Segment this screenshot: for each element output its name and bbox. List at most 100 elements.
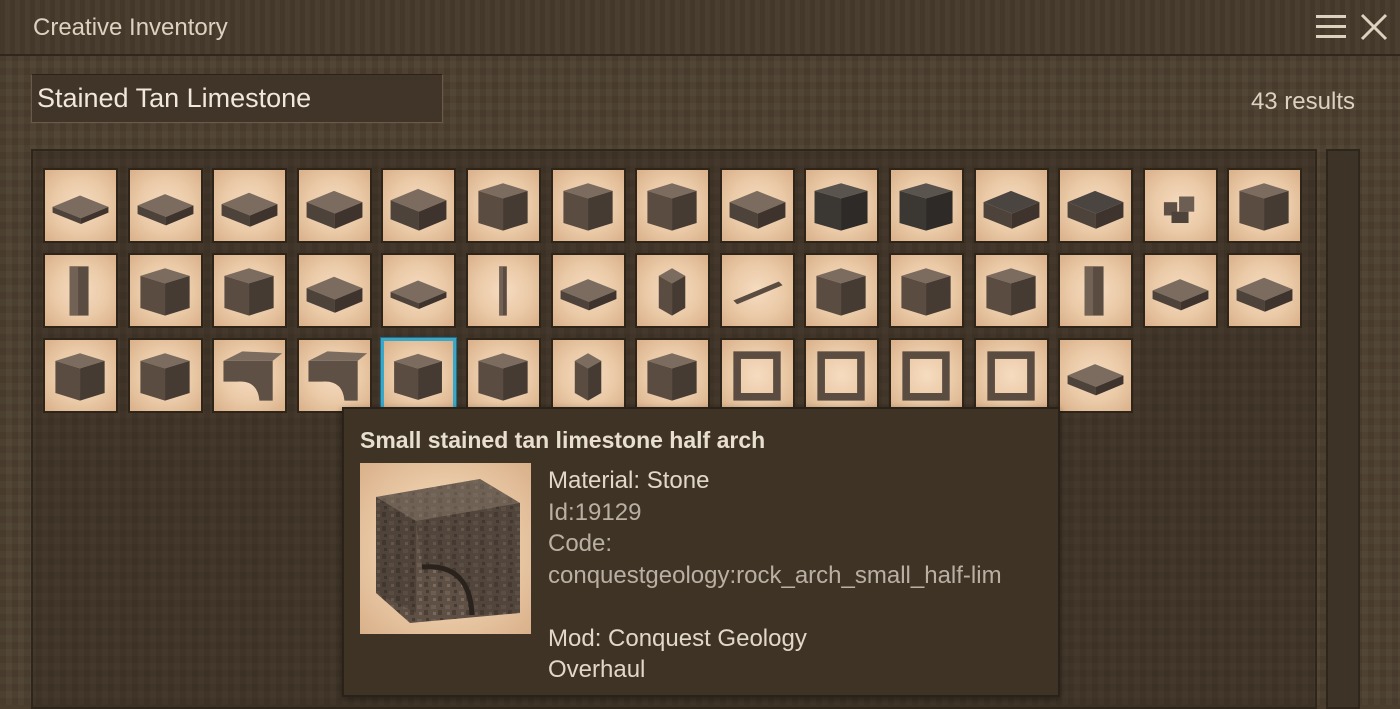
- dark-slab-icon: [983, 190, 1040, 229]
- inventory-slot[interactable]: [1142, 253, 1218, 328]
- inventory-slot[interactable]: [635, 253, 711, 328]
- segmented-block-icon: [816, 268, 867, 316]
- inventory-slot[interactable]: [889, 253, 964, 328]
- inventory-slot[interactable]: [1227, 168, 1303, 243]
- search-input[interactable]: [32, 75, 442, 122]
- inventory-slot[interactable]: [296, 338, 372, 413]
- slab-icon: [137, 194, 194, 226]
- search-field[interactable]: [31, 74, 443, 123]
- inventory-slot[interactable]: [43, 338, 118, 413]
- inventory-slot[interactable]: [719, 338, 795, 413]
- inventory-slot[interactable]: [973, 168, 1049, 243]
- tooltip-details: Material: Stone Id:19129 Code: conquestg…: [548, 465, 1002, 686]
- inventory-slot[interactable]: [1227, 253, 1303, 328]
- inventory-slot[interactable]: [212, 338, 288, 413]
- window-frame-icon: [902, 351, 950, 401]
- inventory-scrollbar[interactable]: [1326, 149, 1360, 709]
- inventory-slot[interactable]: [804, 168, 880, 243]
- inventory-slot[interactable]: [550, 253, 626, 328]
- inventory-slot[interactable]: [212, 253, 288, 328]
- inventory-slot[interactable]: [466, 168, 541, 243]
- inventory-slot[interactable]: [127, 253, 203, 328]
- tooltip-code-label: Code:: [548, 530, 613, 557]
- tooltip-mod: Mod: Conquest Geology: [548, 624, 807, 652]
- dark-block-icon: [899, 183, 953, 231]
- inventory-slot[interactable]: [381, 338, 457, 413]
- pillars-icon: [69, 266, 89, 316]
- inventory-slot[interactable]: [889, 168, 964, 243]
- menu-icon[interactable]: [1316, 14, 1346, 40]
- small-slab-icon: [1236, 277, 1293, 312]
- inventory-slot[interactable]: [466, 338, 541, 413]
- item-tooltip: Small stained tan limestone half arch Ma…: [342, 407, 1060, 697]
- inventory-slot[interactable]: [635, 338, 711, 413]
- creative-inventory-window: Creative Inventory 43 results Small stai…: [0, 0, 1400, 709]
- half-arch-icon: [376, 479, 520, 623]
- inventory-slot[interactable]: [43, 253, 118, 328]
- inventory-slot[interactable]: [1058, 168, 1134, 243]
- inventory-slot[interactable]: [804, 338, 880, 413]
- flat-slab-icon: [390, 280, 447, 309]
- close-icon[interactable]: [1359, 12, 1389, 42]
- step-icon: [224, 268, 274, 316]
- tooltip-item-preview: [360, 463, 531, 634]
- pillar-icon: [1084, 266, 1104, 316]
- step-small-icon: [394, 353, 443, 400]
- window-frame-icon: [733, 351, 781, 401]
- tooltip-id: Id:19129: [548, 498, 642, 526]
- inventory-slot[interactable]: [127, 168, 203, 243]
- slab-icon: [560, 279, 617, 311]
- inventory-slot[interactable]: [889, 338, 964, 413]
- slab-thin-icon: [52, 195, 109, 224]
- block-full-icon: [647, 183, 697, 231]
- corner-slab-icon: [306, 276, 363, 313]
- block-icon: [478, 183, 528, 231]
- inventory-slot[interactable]: [381, 168, 457, 243]
- half-arch-icon: [308, 351, 367, 401]
- inventory-slot[interactable]: [296, 253, 372, 328]
- inventory-slot[interactable]: [550, 168, 626, 243]
- window-title: Creative Inventory: [33, 14, 228, 41]
- inventory-slot[interactable]: [804, 253, 880, 328]
- inventory-slot[interactable]: [43, 168, 118, 243]
- tooltip-material: Material: Stone: [548, 467, 710, 494]
- corner-wall-icon: [986, 268, 1036, 316]
- anvil-icon: [140, 268, 190, 316]
- title-bar: Creative Inventory: [0, 0, 1400, 56]
- inventory-slot[interactable]: [381, 253, 457, 328]
- inventory-slot[interactable]: [296, 168, 372, 243]
- block-tall-icon: [563, 183, 613, 231]
- inventory-slot[interactable]: [212, 168, 288, 243]
- panel-icon: [478, 353, 528, 401]
- inventory-slot[interactable]: [635, 168, 711, 243]
- inventory-slot[interactable]: [719, 253, 795, 328]
- small-cube-icon: [574, 353, 601, 401]
- dark-slab-icon: [1067, 190, 1124, 229]
- block-full-icon: [140, 353, 190, 401]
- slab-thick-icon: [221, 192, 278, 227]
- pole-icon: [499, 266, 507, 316]
- slab-icon: [1152, 279, 1209, 311]
- small-cube-icon: [658, 268, 686, 316]
- inventory-slot[interactable]: [973, 338, 1049, 413]
- pyramid-icon: [901, 268, 951, 316]
- inventory-slot[interactable]: [550, 338, 626, 413]
- block-full-icon: [55, 353, 105, 401]
- dark-block-icon: [814, 183, 868, 231]
- inventory-slot[interactable]: [973, 253, 1049, 328]
- results-count: 43 results: [1250, 88, 1355, 115]
- block-rounded-icon: [729, 190, 786, 229]
- inventory-slot[interactable]: [127, 338, 203, 413]
- fence-icon: [647, 353, 697, 401]
- inventory-slot[interactable]: [466, 253, 541, 328]
- half-window-frame-icon: [986, 351, 1035, 401]
- window-frame-icon: [817, 351, 866, 401]
- inventory-slot[interactable]: [1058, 338, 1134, 413]
- inventory-slot[interactable]: [1142, 168, 1218, 243]
- block-full-icon: [1239, 183, 1290, 231]
- arch-icon: [223, 351, 283, 401]
- inventory-slot[interactable]: [719, 168, 795, 243]
- inventory-slot[interactable]: [1058, 253, 1134, 328]
- rubble-icon: [1163, 196, 1195, 224]
- slab-thicker-icon: [306, 190, 363, 229]
